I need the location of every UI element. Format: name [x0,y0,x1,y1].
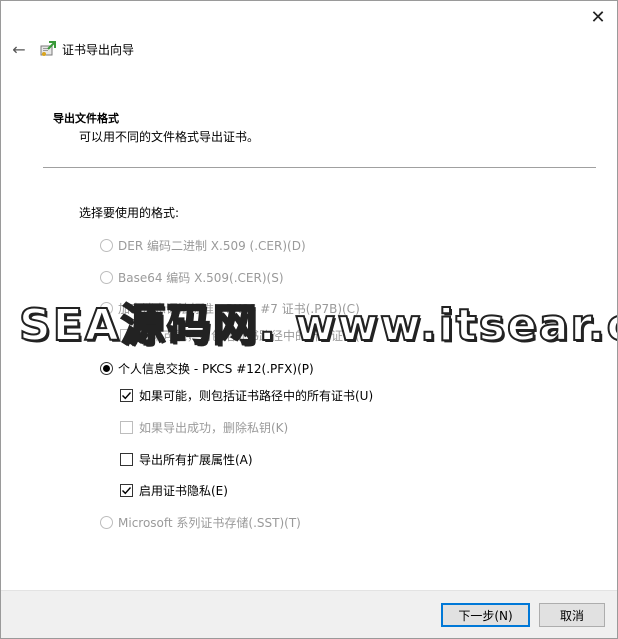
checkbox-label: 如果可能，则包括证书路径中的所有证书(I) [139,329,368,343]
wizard-header: ← 证书导出向导 [1,35,617,63]
checkbox-box [120,453,133,466]
radio-circle [100,516,113,529]
radio-sst-format[interactable]: Microsoft 系列证书存储(.SST)(T) [100,514,301,531]
checkbox-pkcs12-include-chain[interactable]: 如果可能，则包括证书路径中的所有证书(U) [120,387,373,404]
checkbox-export-extended-properties[interactable]: 导出所有扩展属性(A) [120,451,253,468]
certificate-wizard-icon [40,41,56,56]
next-button[interactable]: 下一步(N) [441,603,530,627]
checkbox-box [120,389,133,402]
checkbox-box [120,329,133,342]
checkbox-enable-certificate-privacy[interactable]: 启用证书隐私(E) [120,482,228,499]
section-description: 可以用不同的文件格式导出证书。 [79,130,260,144]
cancel-button[interactable]: 取消 [539,603,605,627]
checkbox-label: 导出所有扩展属性(A) [139,453,253,467]
radio-label: 加密消息语法标准 - PKCS #7 证书(.P7B)(C) [118,302,360,316]
divider [43,167,596,168]
radio-circle [100,302,113,315]
checkbox-label: 如果可能，则包括证书路径中的所有证书(U) [139,389,374,403]
checkbox-box [120,484,133,497]
radio-label: Microsoft 系列证书存储(.SST)(T) [118,516,301,530]
radio-base64-format[interactable]: Base64 编码 X.509(.CER)(S) [100,269,284,286]
radio-pkcs7-format[interactable]: 加密消息语法标准 - PKCS #7 证书(.P7B)(C) [100,300,360,317]
checkmark-icon [122,487,132,495]
radio-der-format[interactable]: DER 编码二进制 X.509 (.CER)(D) [100,237,306,254]
radio-label: 个人信息交换 - PKCS #12(.PFX)(P) [118,362,314,376]
format-label: 选择要使用的格式: [79,206,180,220]
radio-circle [100,362,113,375]
radio-circle [100,239,113,252]
radio-pkcs12-format[interactable]: 个人信息交换 - PKCS #12(.PFX)(P) [100,360,314,377]
section-heading: 导出文件格式 [53,112,119,125]
back-button[interactable]: ← [9,39,29,59]
certificate-export-wizard-window: ✕ ← 证书导出向导 导出文件格式 可以用不同的文件格式导出证书。 选择要使用的… [0,0,618,639]
back-arrow-icon: ← [12,39,26,59]
close-button[interactable]: ✕ [583,3,613,31]
checkbox-label: 启用证书隐私(E) [139,484,228,498]
radio-label: DER 编码二进制 X.509 (.CER)(D) [118,239,306,253]
wizard-title: 证书导出向导 [62,43,135,57]
checkmark-icon [122,392,132,400]
checkbox-pkcs7-include-chain[interactable]: 如果可能，则包括证书路径中的所有证书(I) [120,327,368,344]
close-icon: ✕ [590,6,606,28]
radio-label: Base64 编码 X.509(.CER)(S) [118,271,284,285]
checkbox-box [120,421,133,434]
checkbox-delete-private-key[interactable]: 如果导出成功，删除私钥(K) [120,419,288,436]
radio-circle [100,271,113,284]
wizard-footer: 下一步(N) 取消 [1,590,617,638]
radio-selected-dot [103,365,110,372]
checkbox-label: 如果导出成功，删除私钥(K) [139,421,289,435]
